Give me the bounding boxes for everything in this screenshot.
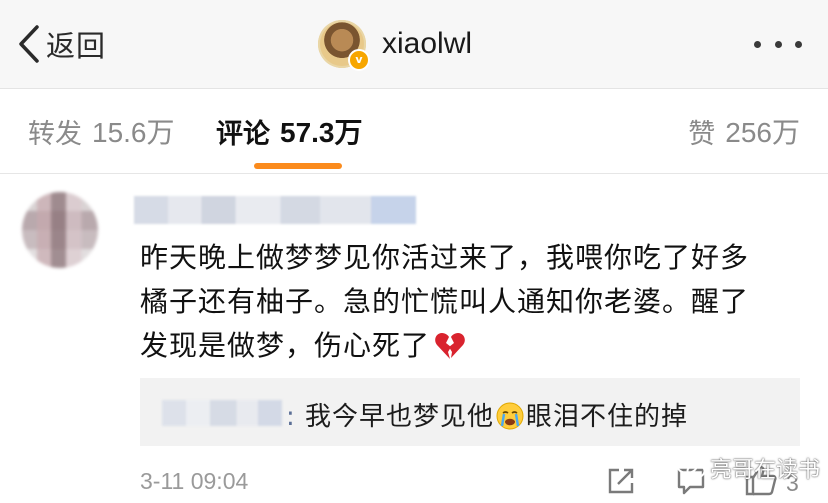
- comment-text: 昨天晚上做梦梦见你活过来了，我喂你吃了好多 橘子还有柚子。急的忙慌叫人通知你老婆…: [140, 236, 800, 368]
- username: xiaolwl: [382, 27, 473, 60]
- top-nav-bar: 返回 v xiaolwl: [0, 0, 828, 89]
- dot-icon: [774, 40, 782, 48]
- reply-text-after: 眼泪不住的掉: [526, 402, 689, 432]
- tab-comment[interactable]: 评论 57.3万: [216, 111, 363, 151]
- tab-bar: 转发 15.6万 评论 57.3万 赞 256万: [0, 89, 828, 174]
- comment-line: 橘子还有柚子。急的忙慌叫人通知你老婆。醒了: [140, 285, 750, 318]
- broken-heart-icon: [435, 333, 465, 359]
- tab-repost[interactable]: 转发 15.6万: [28, 111, 175, 151]
- commenter-name-blurred[interactable]: [134, 196, 416, 224]
- tab-label: 赞: [688, 118, 716, 150]
- crying-face-icon: [496, 402, 524, 430]
- back-button[interactable]: 返回: [18, 20, 106, 68]
- comment-timestamp: 3-11 09:04: [140, 468, 249, 494]
- dot-icon: [795, 40, 802, 48]
- commenter-avatar[interactable]: [22, 192, 98, 268]
- tab-count: 15.6万: [92, 117, 175, 148]
- more-options-button[interactable]: [754, 30, 802, 58]
- avatar[interactable]: v: [318, 20, 370, 71]
- profile-title[interactable]: v xiaolwl: [318, 16, 472, 72]
- comment-line-last: 发现是做梦，伤心死了: [140, 324, 800, 368]
- comment-line: 发现是做梦，伤心死了: [140, 329, 431, 362]
- tab-like[interactable]: 赞 256万: [688, 111, 800, 151]
- watermark-text: 亮哥在读书: [710, 458, 821, 483]
- tab-count: 256万: [725, 117, 800, 148]
- comment-line: 昨天晚上做梦梦见你活过来了，我喂你吃了好多: [140, 241, 750, 274]
- back-label: 返回: [46, 29, 107, 63]
- reply-author-blurred[interactable]: [162, 400, 282, 426]
- tab-label: 转发: [28, 118, 82, 150]
- watermark: 亮哥在读书: [676, 452, 820, 484]
- dot-icon: [754, 40, 761, 48]
- tab-count: 57.3万: [280, 117, 363, 148]
- share-icon[interactable]: [606, 466, 636, 496]
- tab-label: 评论: [216, 118, 270, 150]
- active-tab-indicator: [254, 163, 342, 169]
- reply-prefix: :: [286, 402, 296, 432]
- wechat-logo-icon: [676, 456, 706, 479]
- reply-preview[interactable]: : 我今早也梦见他 眼泪不住的掉: [140, 378, 800, 446]
- reply-text-before: 我今早也梦见他: [295, 402, 495, 432]
- chevron-left-icon: [19, 25, 39, 63]
- reply-text: : 我今早也梦见他 眼泪不住的掉: [286, 396, 688, 433]
- verified-badge-icon: v: [348, 49, 370, 71]
